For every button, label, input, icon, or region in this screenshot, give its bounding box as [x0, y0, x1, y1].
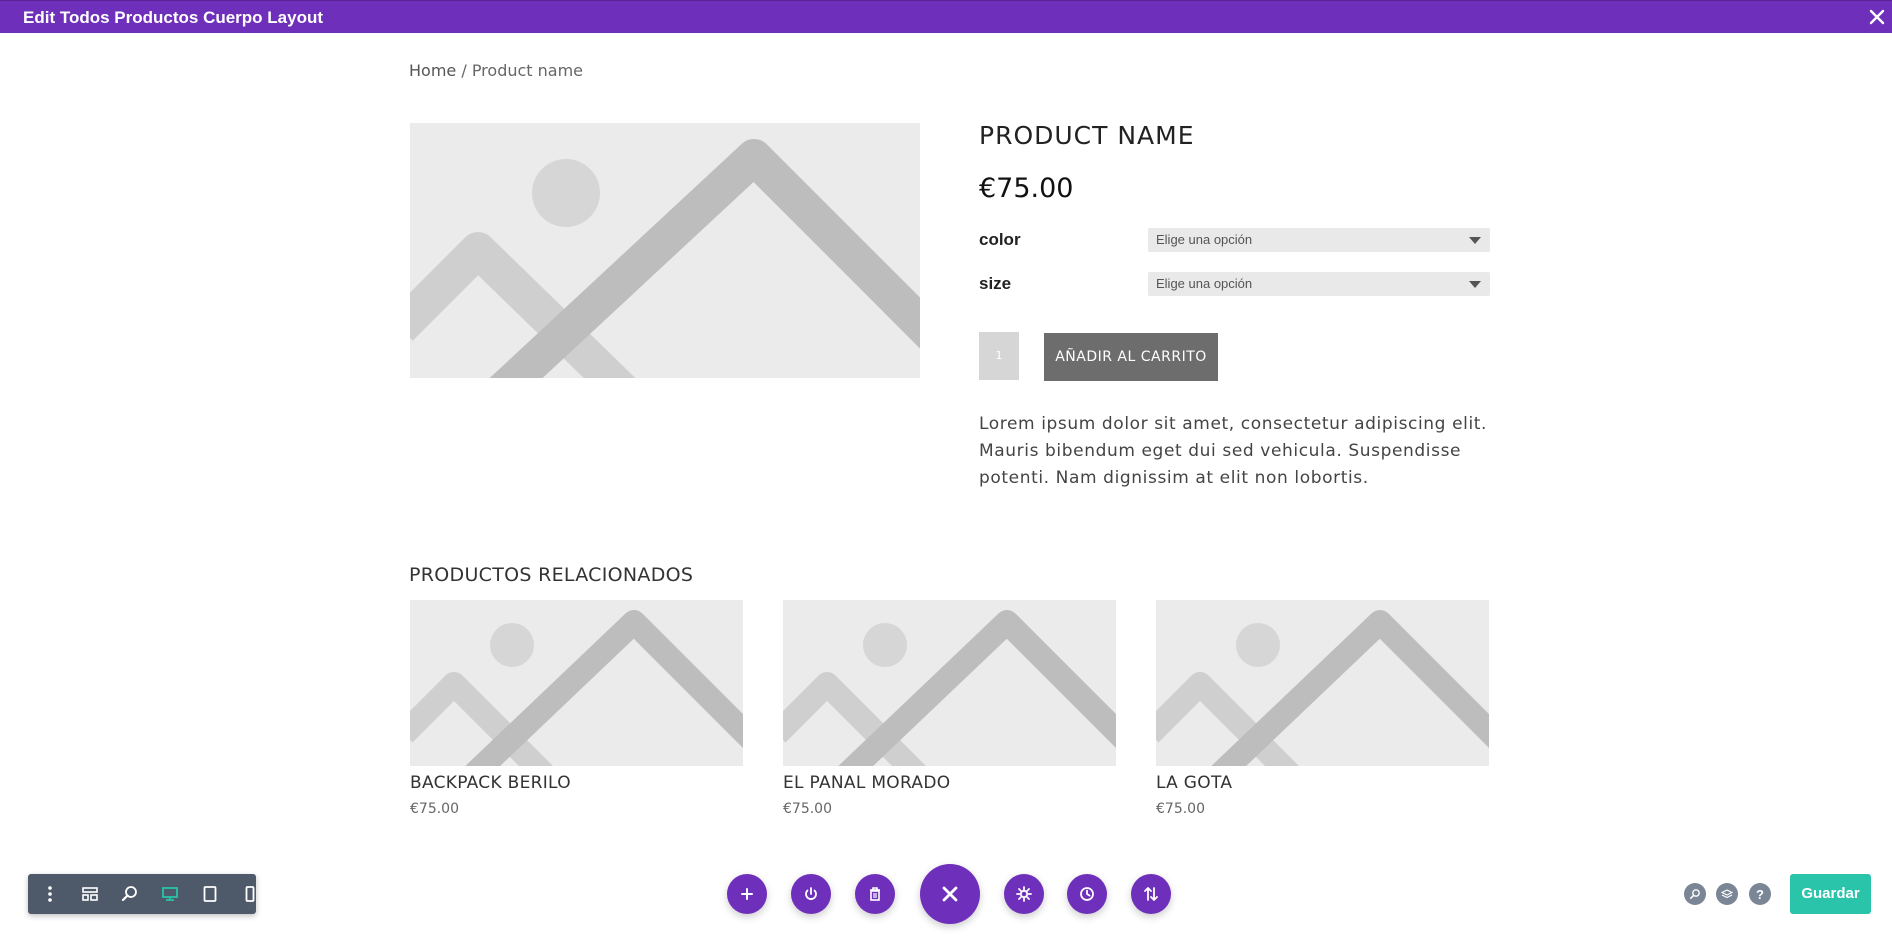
related-product-name[interactable]: LA GOTA	[1156, 773, 1489, 793]
related-product-image[interactable]	[410, 600, 743, 766]
portability-icon[interactable]	[1131, 874, 1171, 914]
related-product-image[interactable]	[783, 600, 1116, 766]
color-select-value: Elige una opción	[1156, 232, 1253, 247]
chevron-down-icon	[1469, 237, 1481, 244]
layout-title: Edit Todos Productos Cuerpo Layout	[23, 8, 324, 27]
add-icon[interactable]	[727, 874, 767, 914]
breadcrumb-separator: /	[456, 61, 472, 80]
related-product-card[interactable]: EL PANAL MORADO €75.00	[783, 600, 1116, 817]
related-product-card[interactable]: LA GOTA €75.00	[1156, 600, 1489, 817]
product-description: Lorem ipsum dolor sit amet, consectetur …	[979, 414, 1488, 488]
quantity-input[interactable]: 1	[979, 332, 1019, 380]
add-to-cart-button[interactable]: AÑADIR AL CARRITO	[1044, 333, 1218, 381]
related-product-card[interactable]: BACKPACK BERILO €75.00	[410, 600, 743, 817]
wireframe-icon[interactable]	[70, 874, 110, 914]
breadcrumb-current: Product name	[471, 61, 584, 80]
close-icon[interactable]	[920, 864, 980, 924]
related-product-price: €75.00	[410, 801, 459, 817]
help-icon[interactable]: ?	[1749, 883, 1771, 905]
related-product-name[interactable]: EL PANAL MORADO	[783, 773, 1116, 793]
builder-header: Edit Todos Productos Cuerpo Layout	[0, 0, 1892, 33]
related-product-price: €75.00	[1156, 801, 1205, 817]
trash-icon[interactable]	[855, 874, 895, 914]
product-image-placeholder[interactable]	[410, 123, 920, 378]
phone-icon[interactable]	[230, 874, 270, 914]
related-product-name[interactable]: BACKPACK BERILO	[410, 773, 743, 793]
more-vertical-icon[interactable]	[30, 874, 70, 914]
color-select[interactable]: Elige una opción	[1148, 228, 1490, 252]
chevron-down-icon	[1469, 281, 1481, 288]
size-select-value: Elige una opción	[1156, 276, 1253, 291]
history-icon[interactable]	[1067, 874, 1107, 914]
gear-icon[interactable]	[1004, 874, 1044, 914]
related-product-price: €75.00	[783, 801, 832, 817]
layers-icon[interactable]	[1716, 883, 1738, 905]
desktop-icon[interactable]	[150, 874, 190, 914]
tablet-icon[interactable]	[190, 874, 230, 914]
breadcrumb: Home / Product name	[409, 61, 583, 80]
save-button[interactable]: Guardar	[1790, 874, 1871, 914]
product-price: €75.00	[979, 173, 1074, 204]
search-icon[interactable]	[1684, 883, 1706, 905]
related-product-image[interactable]	[1156, 600, 1489, 766]
breadcrumb-home-link[interactable]: Home	[409, 61, 456, 80]
close-icon[interactable]	[1866, 6, 1888, 28]
option-label-size: size	[979, 274, 1012, 293]
zoom-icon[interactable]	[110, 874, 150, 914]
builder-view-toolbar	[28, 874, 256, 914]
page-canvas: Home / Product name PRODUCT NAME €75.00 …	[0, 33, 1892, 937]
related-products-heading: PRODUCTOS RELACIONADOS	[409, 564, 694, 586]
product-title: PRODUCT NAME	[979, 121, 1195, 150]
option-label-color: color	[979, 230, 1021, 249]
power-icon[interactable]	[791, 874, 831, 914]
help-glyph: ?	[1756, 886, 1764, 902]
size-select[interactable]: Elige una opción	[1148, 272, 1490, 296]
